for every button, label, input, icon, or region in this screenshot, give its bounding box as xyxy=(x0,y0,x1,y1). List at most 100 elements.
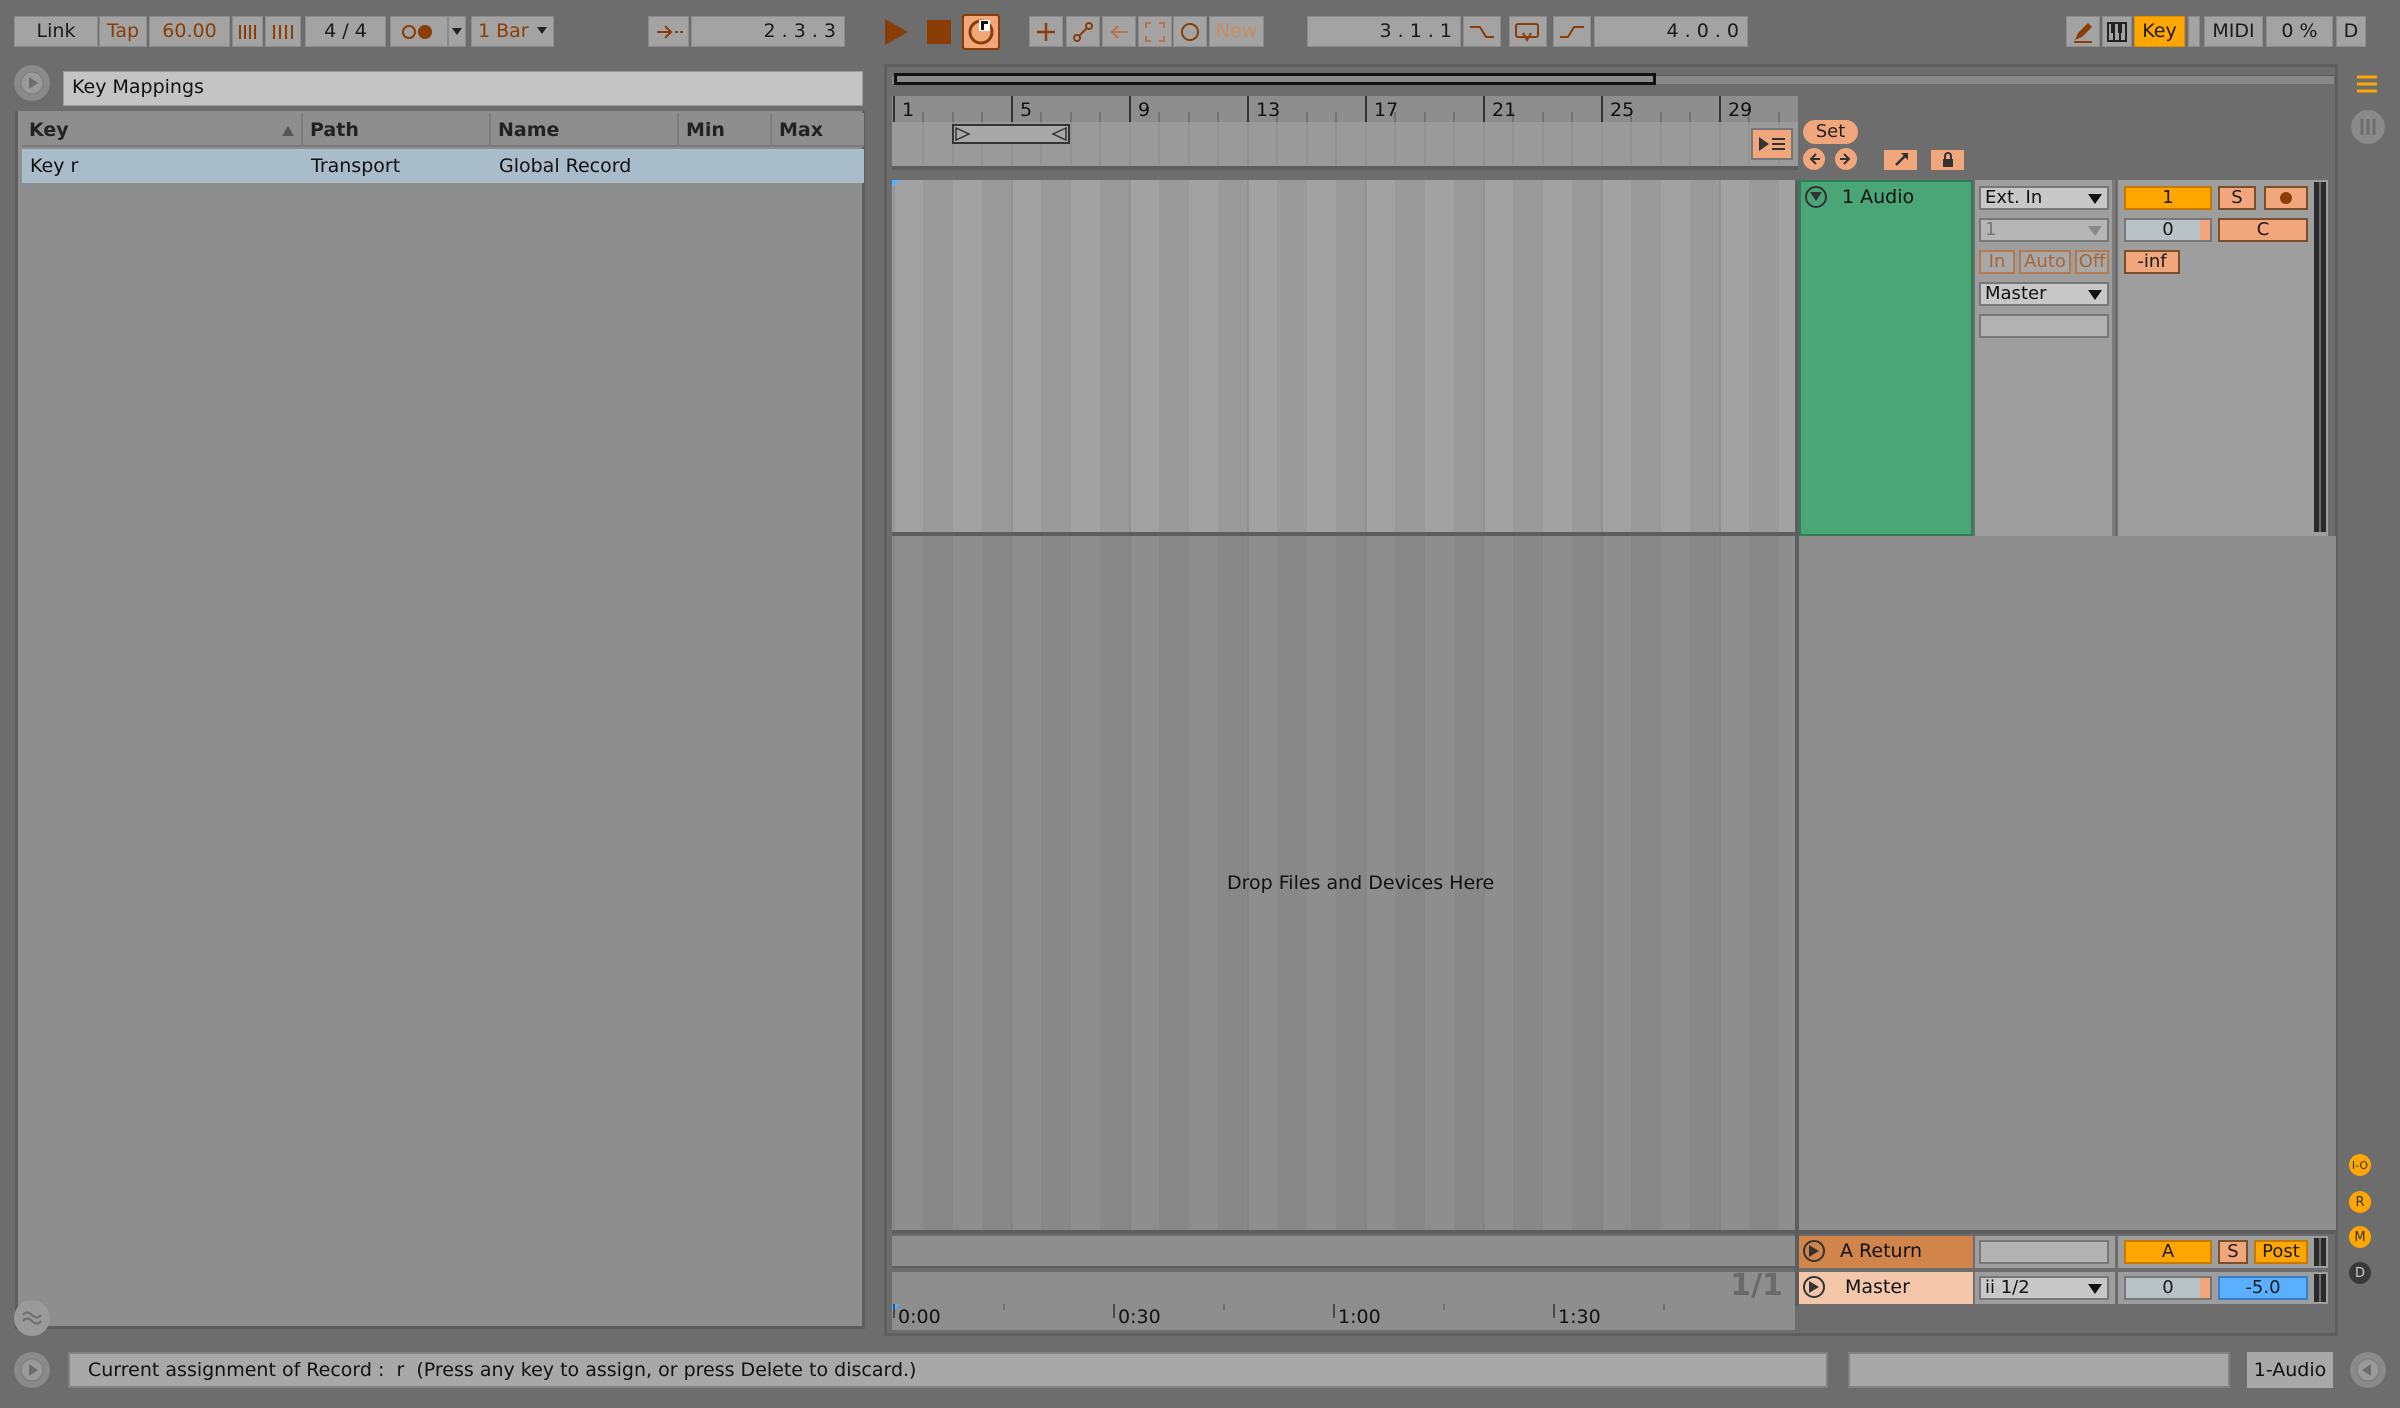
column-key[interactable]: Key xyxy=(22,113,303,147)
quantization-dropdown[interactable]: 1 Bar xyxy=(471,16,554,47)
follow-icon[interactable] xyxy=(648,16,689,47)
detail-view-toggle-icon[interactable] xyxy=(2350,1352,2386,1388)
draw-mode-icon[interactable] xyxy=(2066,16,2100,47)
lock-icon[interactable] xyxy=(1931,150,1964,170)
tempo-nudge-down-icon[interactable] xyxy=(232,16,263,47)
returns-toggle-button[interactable]: R xyxy=(2349,1191,2371,1213)
output-dropdown[interactable]: Master xyxy=(1979,282,2109,306)
computer-keyboard-icon[interactable] xyxy=(2102,16,2132,47)
sort-ascending-icon xyxy=(282,126,294,136)
loop-bar[interactable] xyxy=(892,122,1798,170)
set-locator-button[interactable]: Set xyxy=(1803,120,1858,144)
arrangement-overview[interactable] xyxy=(892,72,2334,88)
zoom-level: 1/1 xyxy=(1730,1268,1783,1303)
new-clip-button[interactable]: New xyxy=(1209,16,1264,47)
overview-window[interactable] xyxy=(894,73,1656,85)
return-post-button[interactable]: Post xyxy=(2254,1240,2308,1264)
link-button[interactable]: Link xyxy=(14,16,98,47)
metronome-button[interactable] xyxy=(390,16,448,47)
column-path[interactable]: Path xyxy=(303,113,491,147)
monitor-auto-button[interactable]: Auto xyxy=(2019,250,2071,274)
master-mixer: 0 -5.0 xyxy=(2118,1272,2328,1304)
play-button[interactable] xyxy=(877,16,915,47)
tempo-nudge-up-icon[interactable] xyxy=(265,16,301,47)
groove-pool-icon[interactable] xyxy=(14,1300,50,1336)
row-path: Transport xyxy=(311,155,401,177)
audio-track-lane[interactable] xyxy=(892,180,1795,536)
time-ruler[interactable]: 0:00 0:30 1:00 1:30 xyxy=(892,1304,1795,1330)
loop-length-field[interactable]: 4 . 0 . 0 xyxy=(1594,16,1748,47)
track-meter xyxy=(2314,182,2326,532)
expand-icon[interactable] xyxy=(1884,150,1917,170)
punch-in-icon[interactable] xyxy=(1463,16,1501,47)
next-locator-icon[interactable] xyxy=(1835,148,1857,170)
capture-icon[interactable] xyxy=(1138,16,1172,47)
return-activator-button[interactable]: A xyxy=(2124,1240,2212,1264)
stop-button[interactable] xyxy=(922,16,956,47)
mixer-toggle-button[interactable]: M xyxy=(2349,1226,2371,1248)
key-mappings-header: Key Path Name Min Max xyxy=(22,113,864,147)
solo-button[interactable]: S xyxy=(2218,186,2256,210)
beat-time-ruler[interactable]: 1 5 9 13 17 21 25 29 xyxy=(892,96,1798,122)
audio-track-header[interactable]: 1 Audio xyxy=(1799,180,1973,536)
bar-label: 1 xyxy=(902,99,915,121)
track-activator-button[interactable]: 1 xyxy=(2124,186,2212,210)
row-max xyxy=(772,149,864,183)
session-record-icon[interactable] xyxy=(1173,16,1207,47)
track-fold-icon[interactable] xyxy=(1805,186,1827,208)
automation-arm-icon[interactable] xyxy=(1066,16,1100,47)
key-map-button[interactable]: Key xyxy=(2134,16,2185,47)
previous-locator-icon[interactable] xyxy=(1803,148,1825,170)
pan-field[interactable]: C xyxy=(2218,218,2308,242)
return-fold-icon[interactable] xyxy=(1803,1240,1825,1262)
tap-button[interactable]: Tap xyxy=(99,16,147,47)
loop-start-marker-icon xyxy=(955,127,971,141)
midi-map-button[interactable]: MIDI xyxy=(2204,16,2263,47)
delay-toggle-button[interactable]: D xyxy=(2349,1262,2371,1284)
output-channel-field[interactable] xyxy=(1979,314,2109,338)
menu-icon[interactable] xyxy=(2351,68,2383,100)
arm-record-button[interactable] xyxy=(2264,186,2308,210)
io-toggle-button[interactable]: I-O xyxy=(2349,1154,2371,1176)
info-view-toggle-icon[interactable] xyxy=(14,1352,50,1388)
master-track-header[interactable]: Master xyxy=(1799,1272,1973,1304)
record-button[interactable] xyxy=(962,14,1000,50)
monitor-in-button[interactable]: In xyxy=(1979,250,2015,274)
master-track-lane[interactable]: 1/1 xyxy=(892,1268,1795,1304)
loop-start-field[interactable]: 3 . 1 . 1 xyxy=(1307,16,1461,47)
master-fold-icon[interactable] xyxy=(1803,1276,1825,1298)
time-signature[interactable]: 4 / 4 xyxy=(305,16,386,47)
return-solo-button[interactable]: S xyxy=(2218,1240,2248,1264)
return-track-lane[interactable] xyxy=(892,1236,1795,1268)
monitor-off-button[interactable]: Off xyxy=(2075,250,2109,274)
metronome-menu-icon[interactable] xyxy=(448,16,466,47)
column-name[interactable]: Name xyxy=(491,113,679,147)
browser-toggle-icon[interactable] xyxy=(14,65,50,101)
loop-switch-icon[interactable] xyxy=(1509,16,1547,47)
bar-label: 9 xyxy=(1138,99,1151,121)
drop-area[interactable]: Drop Files and Devices Here xyxy=(892,536,1795,1230)
tempo-field[interactable]: 60.00 xyxy=(149,16,230,47)
key-mappings-panel: Key Path Name Min Max Key r Transport Gl… xyxy=(15,111,865,1329)
session-view-icon[interactable] xyxy=(2351,110,2385,144)
arrangement-position[interactable]: 2 . 3 . 3 xyxy=(691,16,845,47)
master-level-field[interactable]: -5.0 xyxy=(2218,1276,2308,1300)
return-track-header[interactable]: A Return xyxy=(1799,1236,1973,1268)
overdub-icon[interactable] xyxy=(1029,16,1063,47)
table-row[interactable]: Key r Transport Global Record xyxy=(22,149,864,183)
column-min[interactable]: Min xyxy=(679,113,772,147)
arrangement-loop-icon[interactable] xyxy=(1751,128,1793,160)
back-to-arrangement-icon[interactable] xyxy=(1102,16,1136,47)
input-type-dropdown[interactable]: Ext. In xyxy=(1979,186,2109,210)
column-max[interactable]: Max xyxy=(772,113,864,147)
time-label: 1:30 xyxy=(1558,1306,1601,1328)
punch-out-icon[interactable] xyxy=(1553,16,1591,47)
volume-field[interactable]: 0 xyxy=(2124,218,2212,242)
master-volume-field[interactable]: 0 xyxy=(2124,1276,2212,1300)
input-channel-dropdown[interactable]: 1 xyxy=(1979,218,2109,242)
selected-track-label[interactable]: 1-Audio xyxy=(2247,1352,2333,1388)
cue-out-dropdown[interactable]: ii 1/2 xyxy=(1979,1276,2109,1300)
volume-level-indicator xyxy=(2200,220,2210,240)
loop-brace[interactable] xyxy=(952,124,1070,144)
return-output-field[interactable] xyxy=(1979,1240,2109,1264)
